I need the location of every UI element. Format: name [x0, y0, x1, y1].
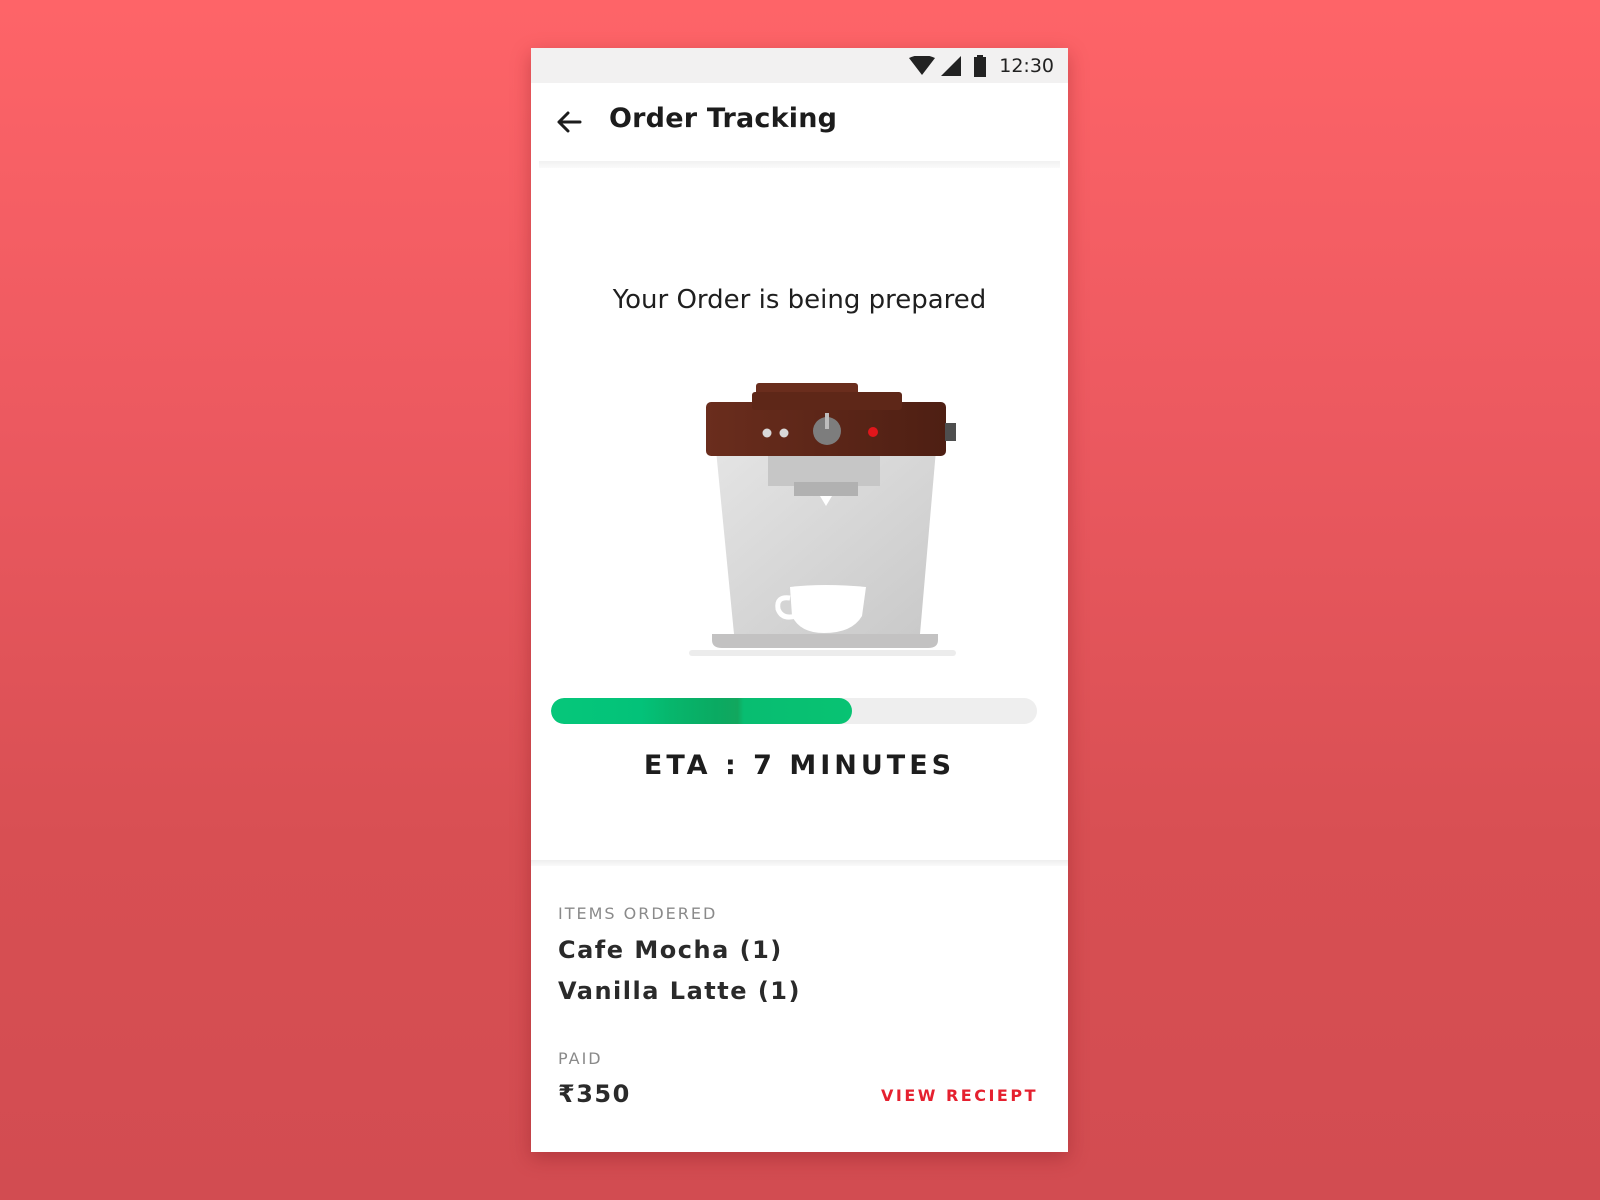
- coffee-machine-icon: [689, 383, 969, 656]
- back-button[interactable]: [553, 106, 585, 138]
- paid-amount: ₹350: [558, 1080, 631, 1108]
- cell-signal-icon: [941, 56, 962, 76]
- status-icons: 12:30: [909, 54, 1054, 78]
- page-title: Order Tracking: [609, 103, 838, 134]
- app-bar-shadow: [539, 161, 1060, 168]
- eta-text: ETA : 7 MINUTES: [643, 750, 956, 781]
- paid-label: PAID: [558, 1049, 603, 1068]
- status-bar: 12:30: [531, 48, 1068, 83]
- view-receipt-button[interactable]: VIEW RECIEPT: [881, 1086, 1038, 1105]
- order-progress-bar: [551, 698, 1037, 724]
- battery-icon: [974, 55, 987, 77]
- phone-screen: 12:30 Order Tracking Your Order is being…: [531, 48, 1068, 1152]
- order-progress-fill: [551, 698, 853, 724]
- ordered-item: Vanilla Latte (1): [558, 977, 801, 1005]
- wifi-icon: [909, 56, 936, 75]
- ordered-item: Cafe Mocha (1): [558, 936, 783, 964]
- status-time: 12:30: [999, 55, 1054, 77]
- arrow-back-icon: [557, 111, 582, 133]
- items-ordered-label: ITEMS ORDERED: [558, 904, 718, 923]
- order-status-heading: Your Order is being prepared: [612, 285, 987, 315]
- section-divider: [531, 860, 1068, 866]
- coffee-machine-illustration: [656, 328, 969, 668]
